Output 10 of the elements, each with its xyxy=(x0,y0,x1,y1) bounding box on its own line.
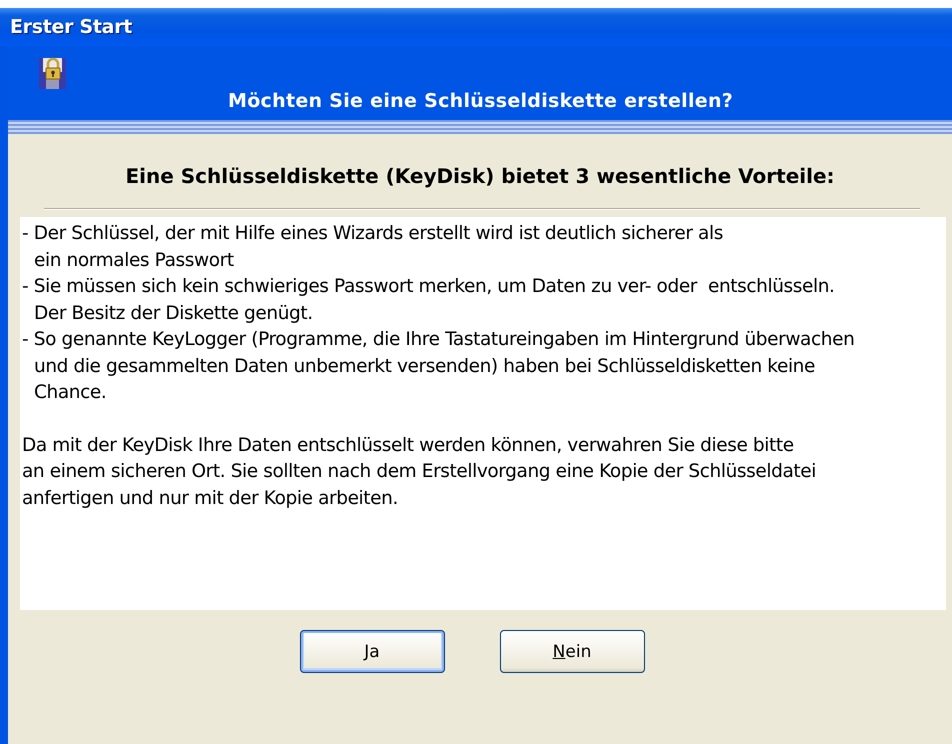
bullet-text: - Sie müssen sich kein schwieriges Passwort merken, um Daten zu ver- oder entschlüsseln. Der Besitz der Diskette genügt. xyxy=(22,275,836,326)
section-heading: Eine Schlüsseldiskette (KeyDisk) bietet 3 wesentliche Vorteile: xyxy=(124,163,836,190)
dialog-button[interactable]: Ja xyxy=(300,630,444,673)
dialog-button[interactable]: Nein xyxy=(500,630,644,673)
locked-floppy-icon xyxy=(38,56,68,90)
bullet-text: - So genannte KeyLogger (Programme, die Ihre Tastatureingaben im Hintergrund überwachen und die gesammelten Daten unbemerkt versenden) haben bei Schlüsseldisketten keine Chance. xyxy=(22,328,856,405)
window-title: Erster Start xyxy=(10,16,132,38)
bullet-text: - Der Schlüssel, der mit Hilfe eines Wizards erstellt wird ist deutlich sicherer als ein normales Passwort xyxy=(22,222,724,272)
paragraph-text: Da mit der KeyDisk Ihre Daten entschlüsselt werden können, verwahren Sie diese bitte an einem sicheren Ort. Sie sollten nach dem Erstellvorgang eine Kopie der Schlüsseldatei anfertigen und nur mit der Kopie arbeiten. xyxy=(22,434,817,510)
header-title: Möchten Sie eine Schlüsseldiskette erstellen? xyxy=(228,90,734,112)
